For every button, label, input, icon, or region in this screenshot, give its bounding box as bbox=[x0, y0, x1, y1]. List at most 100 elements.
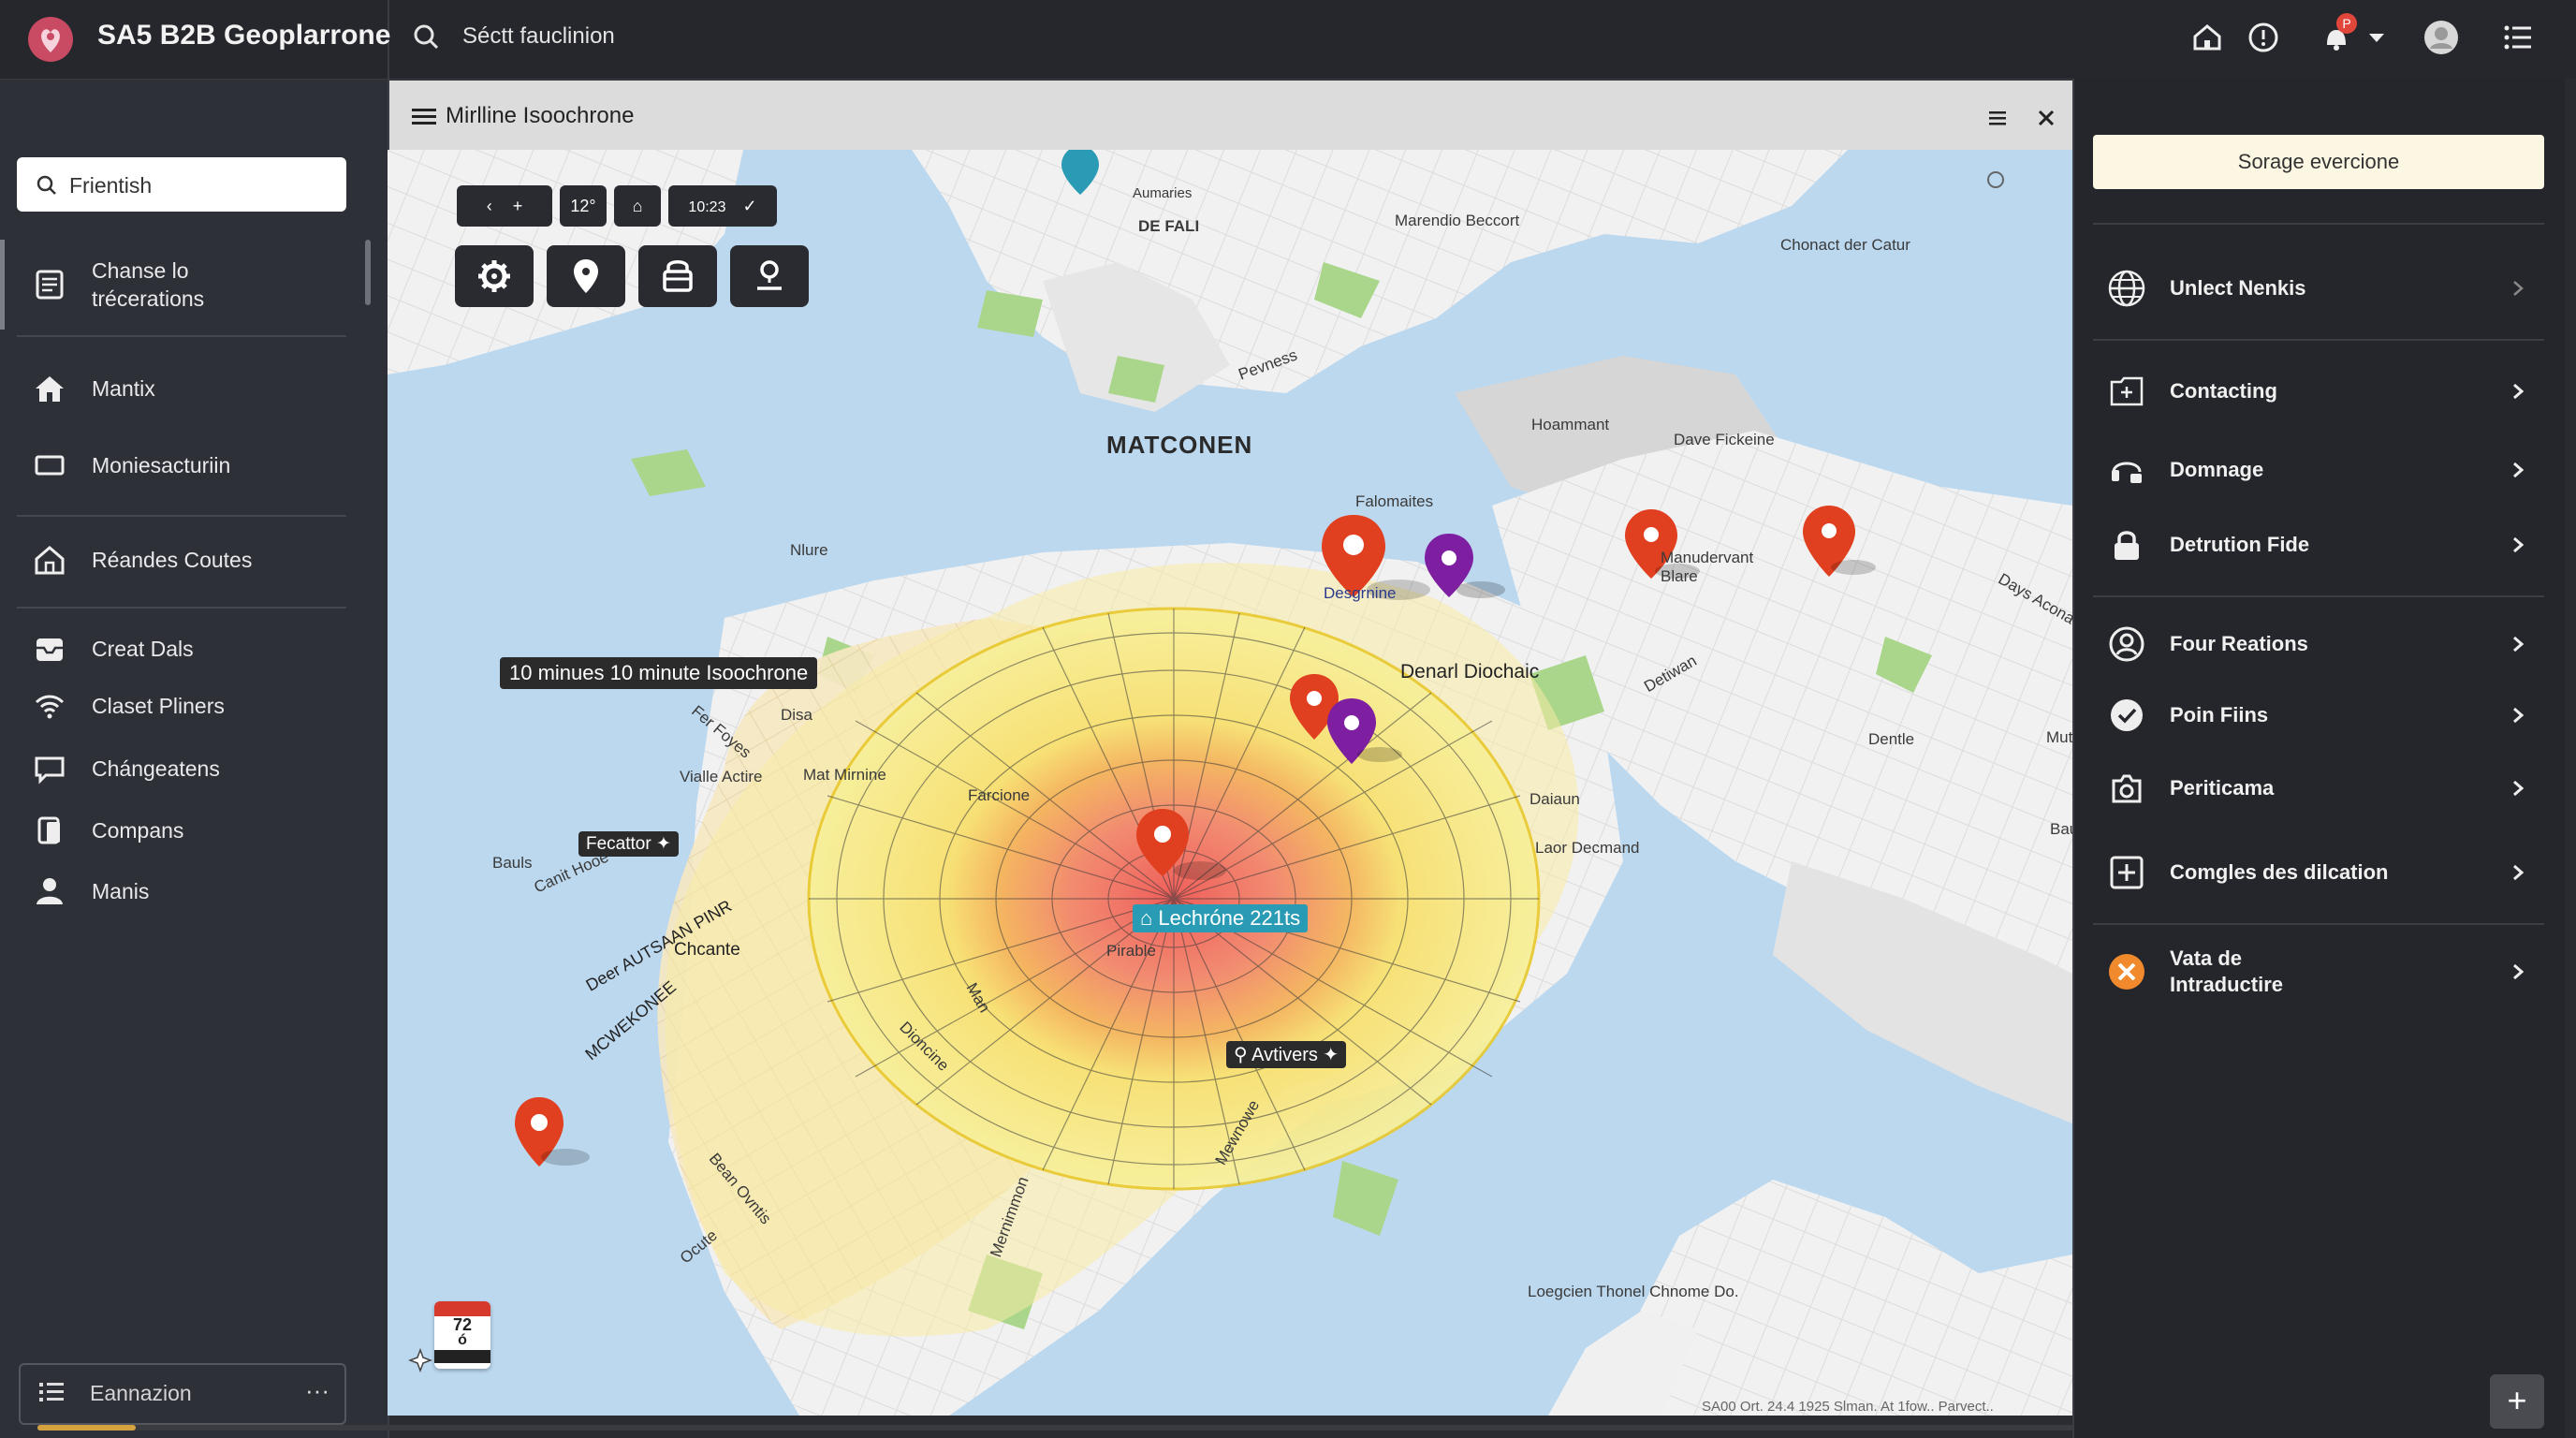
chevron-right-icon bbox=[2513, 780, 2525, 797]
map-canvas[interactable]: ‹ + 12° ⌂ 10:23 ✓ Aumaries DE FALI Marendi… bbox=[388, 150, 2072, 1416]
sidebar-item-label: Chanse lo trécerations bbox=[92, 258, 205, 311]
map-label: Desgrnine bbox=[1324, 584, 1397, 602]
map-label: Pirable bbox=[1106, 942, 1156, 960]
divider bbox=[2093, 595, 2544, 597]
panel-item-unlect[interactable]: Unlect Nenkis bbox=[2093, 255, 2544, 322]
panel-item-periticama[interactable]: Periticama bbox=[2093, 755, 2544, 822]
sidebar-item-label: Moniesacturiin bbox=[92, 453, 231, 477]
map-label: Falomaites bbox=[1355, 492, 1434, 510]
map-label: Marendio Beccort bbox=[1395, 212, 1520, 229]
sidebar-item-moniesacturiin[interactable]: Moniesacturiin bbox=[0, 433, 367, 498]
calendar-widget[interactable]: 72 ó bbox=[434, 1301, 490, 1369]
divider bbox=[2093, 923, 2544, 925]
calendar-sub: ó bbox=[458, 1332, 467, 1348]
sidebar-item-changeatens[interactable]: Chángeatens bbox=[0, 736, 367, 801]
edit-time-button[interactable]: ✓ bbox=[742, 197, 756, 215]
close-icon[interactable] bbox=[2033, 105, 2059, 131]
panel-item-vata[interactable]: Vata de Intraductire bbox=[2093, 938, 2544, 1005]
add-box-icon bbox=[2110, 376, 2144, 406]
home-icon bbox=[36, 376, 64, 402]
compass-icon[interactable] bbox=[408, 1348, 432, 1372]
chevron-down-icon[interactable] bbox=[2361, 17, 2393, 58]
copy-icon bbox=[37, 816, 60, 844]
zoom-controls[interactable]: ‹ + bbox=[457, 185, 552, 227]
calendar-header bbox=[434, 1301, 490, 1316]
zoom-level-button[interactable]: 12° bbox=[560, 185, 607, 227]
user-circle-icon bbox=[2109, 626, 2144, 662]
gear-icon bbox=[478, 260, 510, 292]
panel-item-detrution[interactable]: Detrution Fide bbox=[2093, 511, 2544, 579]
chevron-right-icon bbox=[2513, 636, 2525, 653]
map-label: Dave Fickeine bbox=[1674, 431, 1775, 448]
map-label: Farcione bbox=[968, 786, 1031, 804]
map-label: Nlure bbox=[790, 541, 828, 559]
settings-button[interactable] bbox=[455, 245, 534, 307]
sidebar-item-claset-pliners[interactable]: Claset Pliners bbox=[0, 673, 367, 739]
fecattor-chip[interactable]: Fecattor ✦ bbox=[578, 831, 679, 857]
divider bbox=[17, 607, 346, 609]
home-icon[interactable] bbox=[2187, 17, 2228, 58]
sidebar-item-label: Chángeatens bbox=[92, 756, 220, 781]
menu-icon[interactable] bbox=[2497, 17, 2539, 58]
avtivers-chip[interactable]: ⚲ Avtivers ✦ bbox=[1226, 1041, 1347, 1068]
notification-badge: P bbox=[2336, 13, 2357, 34]
sidebar-item-mantix[interactable]: Mantix bbox=[0, 356, 367, 421]
home-outline-icon bbox=[35, 546, 65, 575]
zoom-out-button[interactable]: ‹ bbox=[487, 197, 492, 215]
map-label: MATCONEN bbox=[1106, 431, 1253, 459]
divider bbox=[17, 515, 346, 517]
top-search-input[interactable]: Séctt fauclinion bbox=[462, 21, 615, 52]
panel-item-four-reations[interactable]: Four Reations bbox=[2093, 610, 2544, 678]
right-scroll-edge bbox=[2565, 79, 2576, 1438]
sidebar-item-document[interactable]: Chanse lo trécerations bbox=[0, 240, 367, 330]
layers-button[interactable]: ⌂ bbox=[614, 185, 661, 227]
map-label: Chonact der Catur bbox=[1780, 236, 1910, 254]
calendar-day: 72 bbox=[452, 1315, 473, 1334]
lechrone-chip[interactable]: ⌂ Lechróne 221ts bbox=[1133, 904, 1309, 932]
progress-fill bbox=[37, 1425, 136, 1431]
panel-item-label: Contacting bbox=[2170, 379, 2277, 403]
search-icon[interactable] bbox=[408, 19, 446, 56]
map-label: Loegcien Thonel Chnome Do. bbox=[1528, 1283, 1739, 1300]
panel-item-poin-fiins[interactable]: Poin Fiins bbox=[2093, 682, 2544, 749]
app-logo[interactable] bbox=[28, 17, 73, 62]
search-icon bbox=[37, 175, 56, 195]
panel-item-label: Four Reations bbox=[2170, 632, 2308, 655]
plus-box-icon bbox=[2110, 856, 2144, 889]
pin-button[interactable] bbox=[547, 245, 625, 307]
panel-item-label: Detrution Fide bbox=[2170, 533, 2310, 556]
sidebar-search-input[interactable] bbox=[17, 157, 346, 212]
chevron-right-icon bbox=[2513, 707, 2525, 724]
map-label: Laor Decmand bbox=[1535, 839, 1640, 857]
sidebar-item-reandes[interactable]: Réandes Coutes bbox=[0, 527, 367, 593]
map-label: Manudervant Blare bbox=[1661, 549, 1754, 585]
sidebar-item-compans[interactable]: Compans bbox=[0, 798, 367, 863]
orange-x-icon bbox=[2109, 954, 2144, 990]
user-button[interactable] bbox=[730, 245, 809, 307]
hamburger-icon[interactable] bbox=[410, 103, 438, 129]
alert-icon[interactable] bbox=[2243, 17, 2284, 58]
divider bbox=[2093, 223, 2544, 225]
check-circle-icon bbox=[2111, 699, 2143, 731]
more-button[interactable]: ··· bbox=[305, 1378, 329, 1402]
map-attribution: SA00 Ort. 24.4 1925 Slman. At 1fow.. Par… bbox=[1702, 1399, 1994, 1415]
time-control[interactable]: 10:23 ✓ bbox=[668, 185, 777, 227]
panel-item-comgles[interactable]: Comgles des dilcation bbox=[2093, 839, 2544, 906]
globe-icon bbox=[2108, 270, 2145, 307]
map-label: DE FALI bbox=[1138, 217, 1200, 235]
panel-item-domnage[interactable]: Domnage bbox=[2093, 436, 2544, 504]
zoom-in-button[interactable]: + bbox=[513, 197, 523, 215]
calendar-footer bbox=[434, 1350, 490, 1363]
lock-button[interactable] bbox=[638, 245, 717, 307]
panel-item-contacting[interactable]: Contacting bbox=[2093, 358, 2544, 425]
wifi-icon bbox=[35, 695, 65, 719]
sidebar-item-creat-dals[interactable]: Creat Dals bbox=[0, 616, 367, 682]
avatar[interactable] bbox=[2421, 17, 2462, 58]
user-icon bbox=[757, 260, 782, 290]
add-button[interactable]: + bbox=[2490, 1374, 2544, 1429]
sidebar-item-manis[interactable]: Manis bbox=[0, 858, 367, 924]
right-search-value: Sorage evercione bbox=[2237, 150, 2400, 173]
panel-item-label: Vata de Intraductire bbox=[2170, 946, 2284, 996]
list-icon[interactable] bbox=[1984, 105, 2011, 131]
chevron-right-icon bbox=[2513, 462, 2525, 478]
